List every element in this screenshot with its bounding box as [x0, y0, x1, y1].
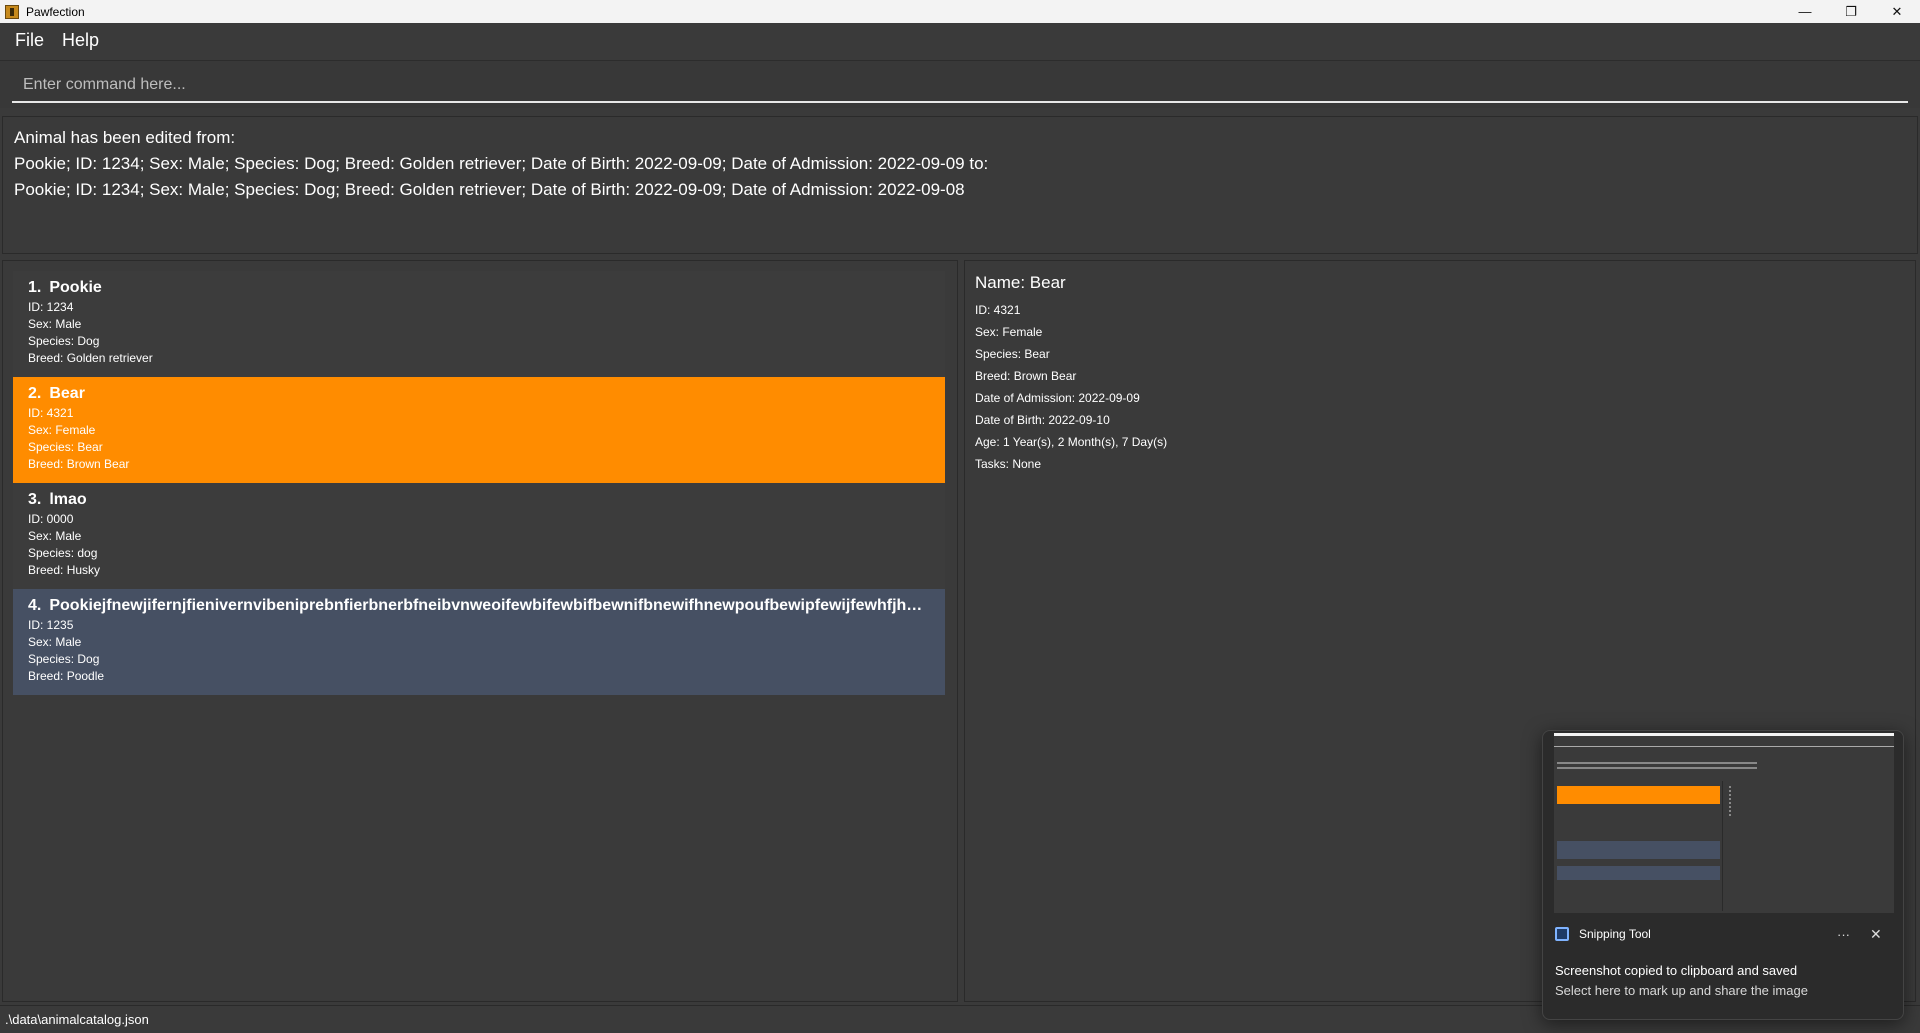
animal-breed: Breed: Husky: [28, 563, 101, 577]
animal-species: Species: dog: [28, 546, 98, 560]
animal-card-title: 1. Pookie: [28, 279, 930, 297]
animal-card[interactable]: 3. lmao ID: 0000 Sex: Male Species: dog B…: [13, 483, 945, 589]
more-options-button[interactable]: ···: [1837, 927, 1850, 942]
snipping-tool-icon: [1555, 927, 1569, 941]
animal-list-panel[interactable]: 1. Pookie ID: 1234 Sex: Male Species: Dog…: [2, 260, 958, 1002]
toast-close-button[interactable]: ✕: [1870, 926, 1882, 943]
toast-subtext: Select here to mark up and share the ima…: [1555, 983, 1808, 998]
animal-species: Species: Bear: [28, 440, 103, 454]
restore-button[interactable]: ❐: [1828, 0, 1874, 23]
window-title: Pawfection: [26, 4, 85, 19]
thumbnail-detail: [1554, 746, 1894, 747]
menu-file[interactable]: File: [6, 30, 53, 51]
app-logo-icon: [5, 4, 19, 19]
thumbnail-detail: [1557, 786, 1720, 804]
animal-name: lmao: [49, 491, 87, 508]
animal-card-title: 2. Bear: [28, 385, 930, 403]
animal-breed: Breed: Golden retriever: [28, 351, 153, 365]
command-input[interactable]: [12, 69, 1908, 103]
animal-index: 2.: [28, 385, 42, 402]
animal-index: 3.: [28, 491, 42, 508]
result-line: Animal has been edited from:: [14, 128, 236, 147]
window-controls: — ❐ ✕: [1782, 0, 1920, 23]
detail-sex: Sex: Female: [975, 325, 1043, 339]
result-line: Pookie; ID: 1234; Sex: Male; Species: Do…: [14, 180, 965, 199]
animal-sex: Sex: Male: [28, 529, 82, 543]
animal-breed: Breed: Poodle: [28, 669, 105, 683]
animal-name: Pookiejfnewjifernjfienivernvibeniprebnfi…: [49, 597, 930, 614]
toast-app-row: Snipping Tool: [1555, 927, 1651, 941]
animal-id: ID: 1234: [28, 300, 74, 314]
animal-sex: Sex: Male: [28, 635, 82, 649]
animal-id: ID: 4321: [28, 406, 74, 420]
close-icon: ✕: [1891, 3, 1903, 19]
animal-name: Pookie: [49, 279, 102, 296]
thumbnail-detail: [1557, 866, 1720, 880]
close-button[interactable]: ✕: [1874, 0, 1920, 23]
animal-index: 1.: [28, 279, 42, 296]
animal-card-title: 3. lmao: [28, 491, 930, 509]
detail-species: Species: Bear: [975, 347, 1050, 361]
title-bar: Pawfection — ❐ ✕: [0, 0, 1920, 23]
animal-name: Bear: [49, 385, 85, 402]
restore-icon: ❐: [1845, 3, 1857, 19]
detail-tasks: Tasks: None: [975, 457, 1042, 471]
detail-id: ID: 4321: [975, 303, 1021, 317]
animal-sex: Sex: Male: [28, 317, 82, 331]
thumbnail-detail: [1554, 781, 1723, 911]
detail-breed: Breed: Brown Bear: [975, 369, 1077, 383]
detail-admission: Date of Admission: 2022-09-09: [975, 391, 1140, 405]
menu-help[interactable]: Help: [53, 30, 108, 51]
detail-name: Name: Bear: [975, 273, 1066, 292]
animal-card[interactable]: 1. Pookie ID: 1234 Sex: Male Species: Dog…: [13, 271, 945, 377]
result-display: Animal has been edited from: Pookie; ID:…: [2, 116, 1918, 254]
detail-age: Age: 1 Year(s), 2 Month(s), 7 Day(s): [975, 435, 1168, 449]
animal-card-title: 4. Pookiejfnewjifernjfienivernvibeniprebn…: [28, 597, 930, 615]
animal-id: ID: 1235: [28, 618, 74, 632]
thumbnail-detail: [1557, 841, 1720, 859]
animal-sex: Sex: Female: [28, 423, 96, 437]
detail-birth: Date of Birth: 2022-09-10: [975, 413, 1110, 427]
snipping-tool-notification[interactable]: Snipping Tool ··· ✕ Screenshot copied to…: [1542, 730, 1904, 1020]
toast-message: Screenshot copied to clipboard and saved: [1555, 963, 1798, 978]
animal-card-hovered[interactable]: 4. Pookiejfnewjifernjfienivernvibeniprebn…: [13, 589, 945, 695]
animal-id: ID: 0000: [28, 512, 74, 526]
animal-species: Species: Dog: [28, 652, 100, 666]
minimize-button[interactable]: —: [1782, 0, 1828, 23]
save-file-path: .\data\animalcatalog.json: [5, 1012, 149, 1027]
animal-index: 4.: [28, 597, 42, 614]
animal-breed: Breed: Brown Bear: [28, 457, 130, 471]
result-line: Pookie; ID: 1234; Sex: Male; Species: Do…: [14, 154, 989, 173]
minimize-icon: —: [1798, 4, 1812, 19]
animal-species: Species: Dog: [28, 334, 100, 348]
animal-card-selected[interactable]: 2. Bear ID: 4321 Sex: Female Species: Bea…: [13, 377, 945, 483]
command-box: [0, 60, 1920, 108]
thumbnail-detail: [1729, 786, 1769, 816]
thumbnail-detail: [1557, 762, 1757, 764]
toast-app-name: Snipping Tool: [1579, 927, 1651, 941]
thumbnail-detail: [1557, 767, 1757, 769]
screenshot-thumbnail[interactable]: [1554, 733, 1894, 913]
menu-bar: File Help: [0, 23, 1920, 58]
